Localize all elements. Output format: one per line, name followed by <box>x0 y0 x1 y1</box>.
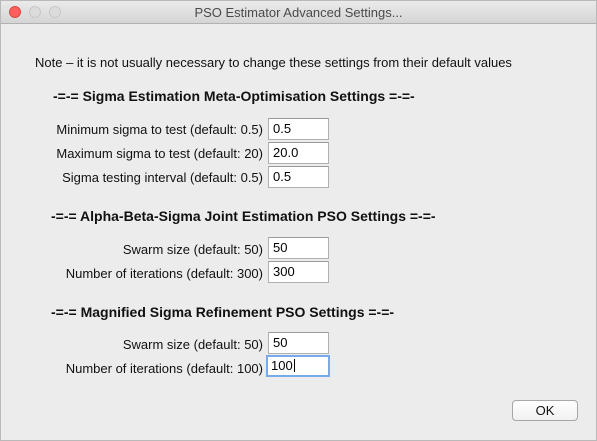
min-sigma-input[interactable]: 0.5 <box>268 118 329 140</box>
title-bar[interactable]: PSO Estimator Advanced Settings... <box>1 1 596 24</box>
refine-swarm-size-input[interactable]: 50 <box>268 332 329 354</box>
section-heading-sigma-estimation: -=-= Sigma Estimation Meta-Optimisation … <box>53 88 415 104</box>
refine-swarm-size-label: Swarm size (default: 50) <box>122 337 263 352</box>
joint-swarm-size-input[interactable]: 50 <box>268 237 329 259</box>
note-text: Note – it is not usually necessary to ch… <box>35 55 512 70</box>
ok-button[interactable]: OK <box>512 400 578 421</box>
min-sigma-label: Minimum sigma to test (default: 0.5) <box>56 122 263 137</box>
joint-iterations-label: Number of iterations (default: 300) <box>65 266 263 281</box>
window-title: PSO Estimator Advanced Settings... <box>194 5 403 20</box>
text-caret <box>293 359 295 372</box>
refine-iterations-input[interactable]: 100 <box>266 355 330 377</box>
settings-dialog: PSO Estimator Advanced Settings... Note … <box>0 0 597 441</box>
max-sigma-label: Maximum sigma to test (default: 20) <box>56 146 263 161</box>
joint-iterations-input[interactable]: 300 <box>268 261 329 283</box>
section-heading-joint-estimation: -=-= Alpha-Beta-Sigma Joint Estimation P… <box>51 208 436 224</box>
section-heading-sigma-refinement: -=-= Magnified Sigma Refinement PSO Sett… <box>51 304 395 320</box>
refine-iterations-label: Number of iterations (default: 100) <box>65 361 263 376</box>
sigma-interval-label: Sigma testing interval (default: 0.5) <box>62 170 263 185</box>
refine-iterations-value: 100 <box>271 358 293 373</box>
joint-swarm-size-label: Swarm size (default: 50) <box>122 242 263 257</box>
max-sigma-input[interactable]: 20.0 <box>268 142 329 164</box>
sigma-interval-input[interactable]: 0.5 <box>268 166 329 188</box>
